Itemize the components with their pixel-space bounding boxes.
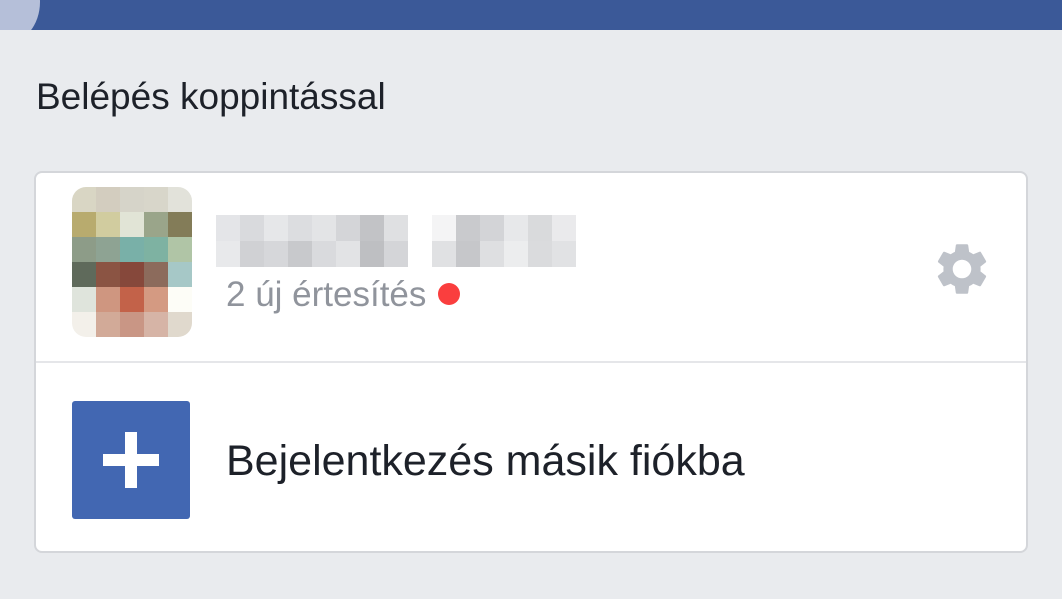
notification-status: 2 új értesítés: [226, 275, 461, 315]
saved-account-row[interactable]: 2 új értesítés: [36, 173, 1026, 363]
name-mosaic-cell: [288, 215, 312, 241]
name-mosaic-cell: [360, 241, 384, 267]
avatar-mosaic-cell: [168, 187, 192, 212]
avatar-mosaic-cell: [96, 262, 120, 287]
name-mosaic-cell: [240, 241, 264, 267]
avatar-mosaic-cell: [168, 237, 192, 262]
name-mosaic-cell: [240, 215, 264, 241]
name-mosaic-cell: [576, 215, 600, 241]
name-mosaic-cell: [456, 241, 480, 267]
avatar-mosaic-cell: [120, 237, 144, 262]
avatar-mosaic-cell: [120, 262, 144, 287]
avatar-mosaic-cell: [72, 287, 96, 312]
name-mosaic-cell: [288, 241, 312, 267]
name-mosaic-cell: [264, 215, 288, 241]
section-title: Belépés koppintással: [36, 76, 386, 117]
avatar-mosaic-cell: [144, 262, 168, 287]
avatar-mosaic-cell: [144, 312, 168, 337]
name-mosaic-cell: [384, 241, 408, 267]
name-mosaic-cell: [576, 241, 600, 267]
avatar-mosaic-cell: [72, 187, 96, 212]
name-mosaic-cell: [432, 241, 456, 267]
avatar-mosaic-cell: [120, 187, 144, 212]
account-name-obscured: [216, 215, 602, 267]
name-mosaic-cell: [408, 241, 432, 267]
add-account-label: Bejelentkezés másik fiókba: [226, 437, 745, 485]
avatar-mosaic-cell: [168, 312, 192, 337]
plus-icon: [103, 432, 159, 488]
name-mosaic-cell: [336, 215, 360, 241]
avatar-mosaic-cell: [96, 312, 120, 337]
notification-text: 2 új értesítés: [226, 275, 427, 314]
avatar: [72, 187, 192, 337]
avatar-mosaic-cell: [168, 262, 192, 287]
avatar-mosaic-cell: [144, 187, 168, 212]
name-mosaic-cell: [360, 215, 384, 241]
avatar-mosaic-cell: [96, 212, 120, 237]
name-mosaic-cell: [528, 215, 552, 241]
name-mosaic-cell: [384, 215, 408, 241]
avatar-mosaic-cell: [120, 312, 144, 337]
avatar-mosaic-cell: [72, 212, 96, 237]
name-mosaic-cell: [528, 241, 552, 267]
add-account-icon-box: [72, 401, 190, 519]
top-bar-corner-shape: [0, 0, 40, 30]
avatar-mosaic-cell: [120, 287, 144, 312]
avatar-mosaic-cell: [144, 212, 168, 237]
avatar-mosaic-cell: [120, 212, 144, 237]
avatar-mosaic-cell: [144, 287, 168, 312]
name-mosaic-cell: [456, 215, 480, 241]
avatar-mosaic-cell: [96, 287, 120, 312]
avatar-mosaic-cell: [168, 287, 192, 312]
name-mosaic-cell: [552, 215, 576, 241]
name-mosaic-cell: [504, 241, 528, 267]
name-mosaic-cell: [480, 215, 504, 241]
avatar-mosaic-cell: [96, 187, 120, 212]
name-mosaic-cell: [504, 215, 528, 241]
gear-icon: [937, 244, 987, 294]
avatar-mosaic-cell: [72, 312, 96, 337]
top-app-bar: [0, 0, 1062, 30]
name-mosaic-cell: [216, 241, 240, 267]
avatar-mosaic-cell: [72, 262, 96, 287]
accounts-card: 2 új értesítés Bejelentkezés másik fiókb…: [34, 171, 1028, 553]
avatar-mosaic-cell: [168, 212, 192, 237]
name-mosaic-cell: [216, 215, 240, 241]
name-mosaic-cell: [480, 241, 504, 267]
name-mosaic-cell: [432, 215, 456, 241]
name-mosaic-cell: [312, 215, 336, 241]
account-settings-button[interactable]: [928, 235, 996, 303]
avatar-mosaic-cell: [96, 237, 120, 262]
name-mosaic-cell: [336, 241, 360, 267]
name-mosaic-cell: [552, 241, 576, 267]
add-account-row[interactable]: Bejelentkezés másik fiókba: [36, 363, 1026, 551]
avatar-mosaic-cell: [72, 237, 96, 262]
avatar-mosaic-cell: [144, 237, 168, 262]
notification-dot: [438, 282, 461, 305]
name-mosaic-cell: [408, 215, 432, 241]
name-mosaic-cell: [312, 241, 336, 267]
name-mosaic-cell: [264, 241, 288, 267]
